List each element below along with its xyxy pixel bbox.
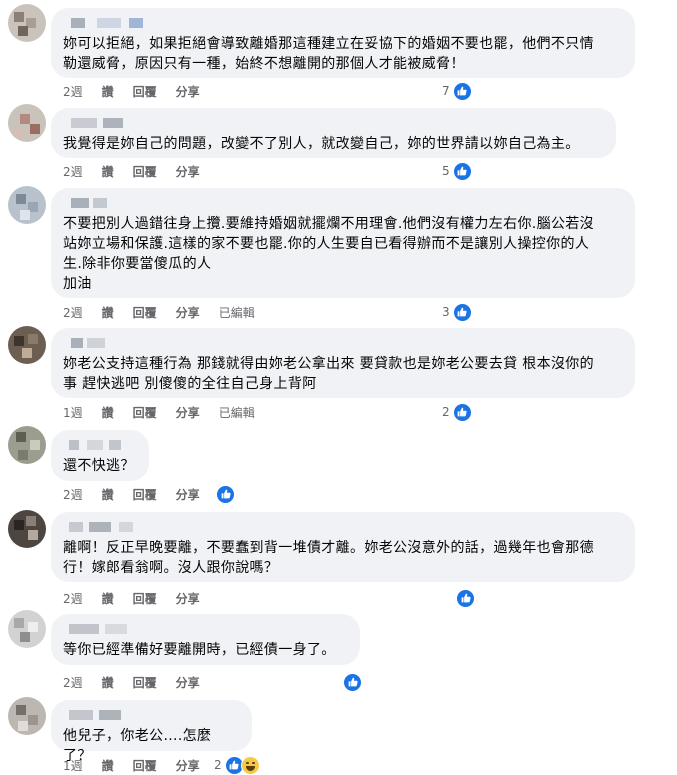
comment-text: 等你已經準備好要離開時，已經債一身了。	[63, 642, 336, 658]
reaction-summary[interactable]: 7	[442, 81, 472, 101]
comment-actions: 1週 讚 回覆 分享	[63, 757, 219, 773]
share-link[interactable]: 分享	[176, 304, 200, 321]
share-link[interactable]: 分享	[176, 674, 200, 691]
share-link[interactable]: 分享	[176, 404, 200, 421]
comment-actions: 2週 讚 回覆 分享	[63, 674, 219, 690]
edited-label: 已編輯	[218, 405, 255, 420]
commenter-name-redacted[interactable]	[63, 622, 348, 636]
comment-time[interactable]: 2週	[63, 486, 83, 503]
commenter-name-redacted[interactable]	[63, 116, 604, 130]
comment-actions: 2週 讚 回覆 分享	[63, 486, 219, 502]
avatar[interactable]	[8, 104, 46, 142]
comment-time[interactable]: 1週	[63, 404, 83, 421]
edited-label: 已編輯	[218, 305, 255, 320]
commenter-name-redacted[interactable]	[63, 16, 623, 30]
share-link[interactable]: 分享	[176, 590, 200, 607]
like-reaction-icon	[216, 484, 235, 504]
comment-bubble: 妳老公支持這種行為 那錢就得由妳老公拿出來 要貸款也是妳老公要去貸 根本沒你的 …	[51, 328, 635, 398]
comment-text: 妳可以拒絕，如果拒絕會導致離婚那這種建立在妥協下的婚姻不要也罷，他們不只情 勒還…	[63, 36, 594, 72]
reaction-count: 7	[442, 84, 450, 98]
reaction-count: 2	[214, 758, 222, 772]
like-link[interactable]: 讚	[102, 404, 114, 421]
comment-text: 還不快逃？	[63, 458, 135, 474]
like-reaction-icon	[452, 402, 472, 422]
haha-reaction-icon	[240, 755, 260, 775]
reaction-summary[interactable]: 2	[442, 402, 472, 422]
reaction-summary[interactable]: 3	[442, 302, 472, 322]
comment-bubble: 妳可以拒絕，如果拒絕會導致離婚那這種建立在妥協下的婚姻不要也罷，他們不只情 勒還…	[51, 8, 635, 78]
comment-text: 妳老公支持這種行為 那錢就得由妳老公拿出來 要貸款也是妳老公要去貸 根本沒你的 …	[63, 356, 594, 392]
comment-bubble: 還不快逃？	[51, 430, 149, 481]
like-reaction-icon	[456, 588, 475, 608]
reaction-summary[interactable]	[213, 484, 235, 504]
reaction-summary[interactable]	[340, 672, 362, 692]
comment-time[interactable]: 2週	[63, 590, 83, 607]
comment-text: 離啊！反正早晚要離，不要蠢到背一堆債才離。妳老公沒意外的話，過幾年也會那德 行！…	[63, 540, 594, 576]
like-link[interactable]: 讚	[102, 163, 114, 180]
comment-actions: 2週 讚 回覆 分享 已編輯	[63, 304, 274, 320]
comment-bubble: 不要把別人過錯往身上攬.要維持婚姻就擺爛不用理會.他們沒有權力左右你.腦公若沒 …	[51, 188, 635, 298]
comment-bubble: 他兒子，你老公....怎麼了？	[51, 700, 252, 764]
comment-time[interactable]: 2週	[63, 674, 83, 691]
like-reaction-icon	[343, 672, 362, 692]
avatar[interactable]	[8, 426, 46, 464]
comment-bubble: 我覺得是妳自己的問題，改變不了別人，就改變自己，妳的世界請以妳自己為主。	[51, 108, 616, 158]
share-link[interactable]: 分享	[176, 757, 200, 774]
comment-actions: 2週 讚 回覆 分享	[63, 163, 219, 179]
comment-bubble: 離啊！反正早晚要離，不要蠢到背一堆債才離。妳老公沒意外的話，過幾年也會那德 行！…	[51, 512, 635, 582]
comment-text: 我覺得是妳自己的問題，改變不了別人，就改變自己，妳的世界請以妳自己為主。	[63, 136, 580, 152]
reply-link[interactable]: 回覆	[133, 757, 157, 774]
reaction-count: 5	[442, 164, 450, 178]
reply-link[interactable]: 回覆	[133, 83, 157, 100]
avatar[interactable]	[8, 610, 46, 648]
reply-link[interactable]: 回覆	[133, 304, 157, 321]
comment-actions: 1週 讚 回覆 分享 已編輯	[63, 404, 274, 420]
like-link[interactable]: 讚	[102, 757, 114, 774]
reaction-summary[interactable]	[453, 588, 475, 608]
commenter-name-redacted[interactable]	[63, 336, 623, 350]
avatar[interactable]	[8, 326, 46, 364]
comment-time[interactable]: 2週	[63, 163, 83, 180]
comment-bubble: 等你已經準備好要離開時，已經債一身了。	[51, 614, 360, 665]
comment-actions: 2週 讚 回覆 分享	[63, 590, 219, 606]
commenter-name-redacted[interactable]	[63, 438, 137, 452]
comment-time[interactable]: 2週	[63, 83, 83, 100]
like-link[interactable]: 讚	[102, 674, 114, 691]
reaction-summary[interactable]: 5	[442, 161, 472, 181]
comment-time[interactable]: 2週	[63, 304, 83, 321]
like-reaction-icon	[452, 161, 472, 181]
share-link[interactable]: 分享	[176, 163, 200, 180]
reaction-count: 3	[442, 305, 450, 319]
reply-link[interactable]: 回覆	[133, 590, 157, 607]
avatar[interactable]	[8, 510, 46, 548]
like-reaction-icon	[452, 302, 472, 322]
comment-time[interactable]: 1週	[63, 757, 83, 774]
avatar[interactable]	[8, 186, 46, 224]
share-link[interactable]: 分享	[176, 83, 200, 100]
like-link[interactable]: 讚	[102, 304, 114, 321]
reaction-count: 2	[442, 405, 450, 419]
share-link[interactable]: 分享	[176, 486, 200, 503]
reply-link[interactable]: 回覆	[133, 163, 157, 180]
reply-link[interactable]: 回覆	[133, 404, 157, 421]
commenter-name-redacted[interactable]	[63, 708, 240, 722]
commenter-name-redacted[interactable]	[63, 196, 623, 210]
comment-actions: 2週 讚 回覆 分享	[63, 83, 219, 99]
like-link[interactable]: 讚	[102, 486, 114, 503]
reply-link[interactable]: 回覆	[133, 674, 157, 691]
like-link[interactable]: 讚	[102, 590, 114, 607]
reaction-summary[interactable]: 2	[214, 755, 260, 775]
like-reaction-icon	[452, 81, 472, 101]
avatar[interactable]	[8, 697, 46, 735]
commenter-name-redacted[interactable]	[63, 520, 623, 534]
comment-text: 不要把別人過錯往身上攬.要維持婚姻就擺爛不用理會.他們沒有權力左右你.腦公若沒 …	[63, 216, 594, 292]
avatar[interactable]	[8, 4, 46, 42]
reply-link[interactable]: 回覆	[133, 486, 157, 503]
like-link[interactable]: 讚	[102, 83, 114, 100]
